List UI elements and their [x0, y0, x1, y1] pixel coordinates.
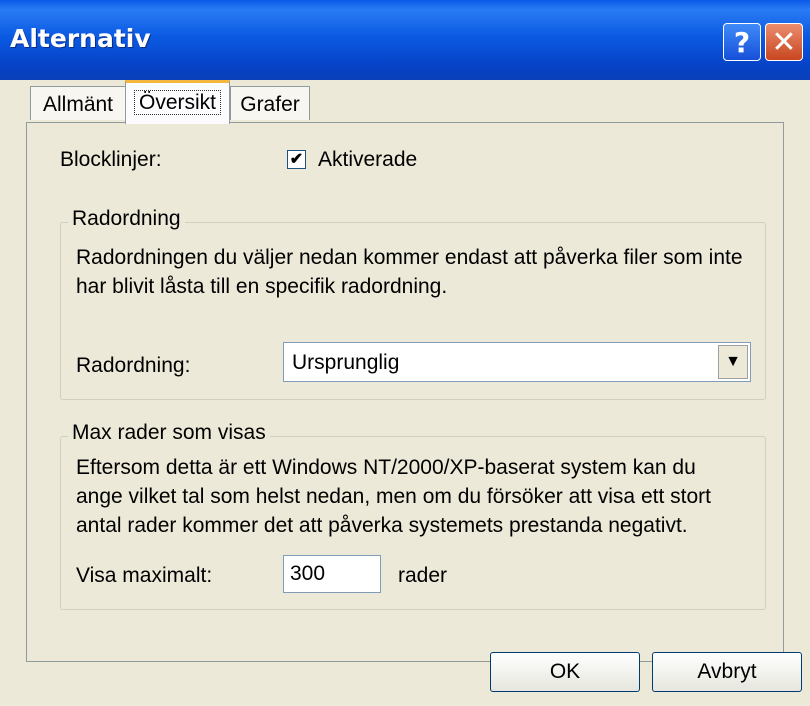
close-icon: ✕ [771, 24, 797, 60]
tab-allmant[interactable]: Allmänt [30, 86, 126, 120]
window-title: Alternativ [10, 24, 151, 53]
help-icon: ? [733, 25, 751, 59]
max-rows-input[interactable] [283, 555, 381, 593]
blocklinjer-checkbox[interactable]: ✔ [287, 150, 306, 169]
radordning-field-label: Radordning: [76, 354, 191, 377]
maxrader-group-title: Max rader som visas [68, 421, 270, 445]
maxrader-description-line1: Eftersom detta är ett Windows NT/2000/XP… [76, 456, 696, 479]
blocklinjer-checkbox-label[interactable]: Aktiverade [318, 148, 417, 172]
maxrader-description-line2: ange vilket tal som helst nedan, men om … [76, 485, 711, 508]
options-dialog: Alternativ ? ✕ Allmänt Översikt Grafer B… [0, 0, 810, 706]
dropdown-arrow-icon[interactable]: ▼ [718, 345, 748, 379]
cancel-button[interactable]: Avbryt [652, 652, 802, 692]
radordning-selected-value: Ursprunglig [292, 351, 400, 374]
close-button[interactable]: ✕ [765, 23, 803, 61]
radordning-description-line2: har blivit låsta till en specifik radord… [76, 275, 448, 298]
tab-oversikt-label: Översikt [133, 90, 221, 115]
tab-grafer[interactable]: Grafer [230, 86, 310, 120]
radordning-description-line1: Radordningen du väljer nedan kommer enda… [76, 246, 743, 269]
radordning-select[interactable]: Ursprunglig ▼ [283, 342, 751, 382]
maxrader-description-line3: antal rader kommer det att påverka syste… [76, 514, 688, 537]
title-bar: Alternativ ? ✕ [0, 0, 810, 80]
visa-maximalt-label: Visa maximalt: [76, 564, 213, 587]
help-button[interactable]: ? [723, 23, 761, 61]
ok-button[interactable]: OK [490, 652, 640, 692]
tab-oversikt[interactable]: Översikt [125, 80, 230, 124]
blocklinjer-label: Blocklinjer: [60, 148, 162, 171]
checkmark-icon: ✔ [289, 151, 304, 168]
radordning-group-title: Radordning [68, 207, 185, 231]
rows-unit-label: rader [398, 564, 448, 587]
